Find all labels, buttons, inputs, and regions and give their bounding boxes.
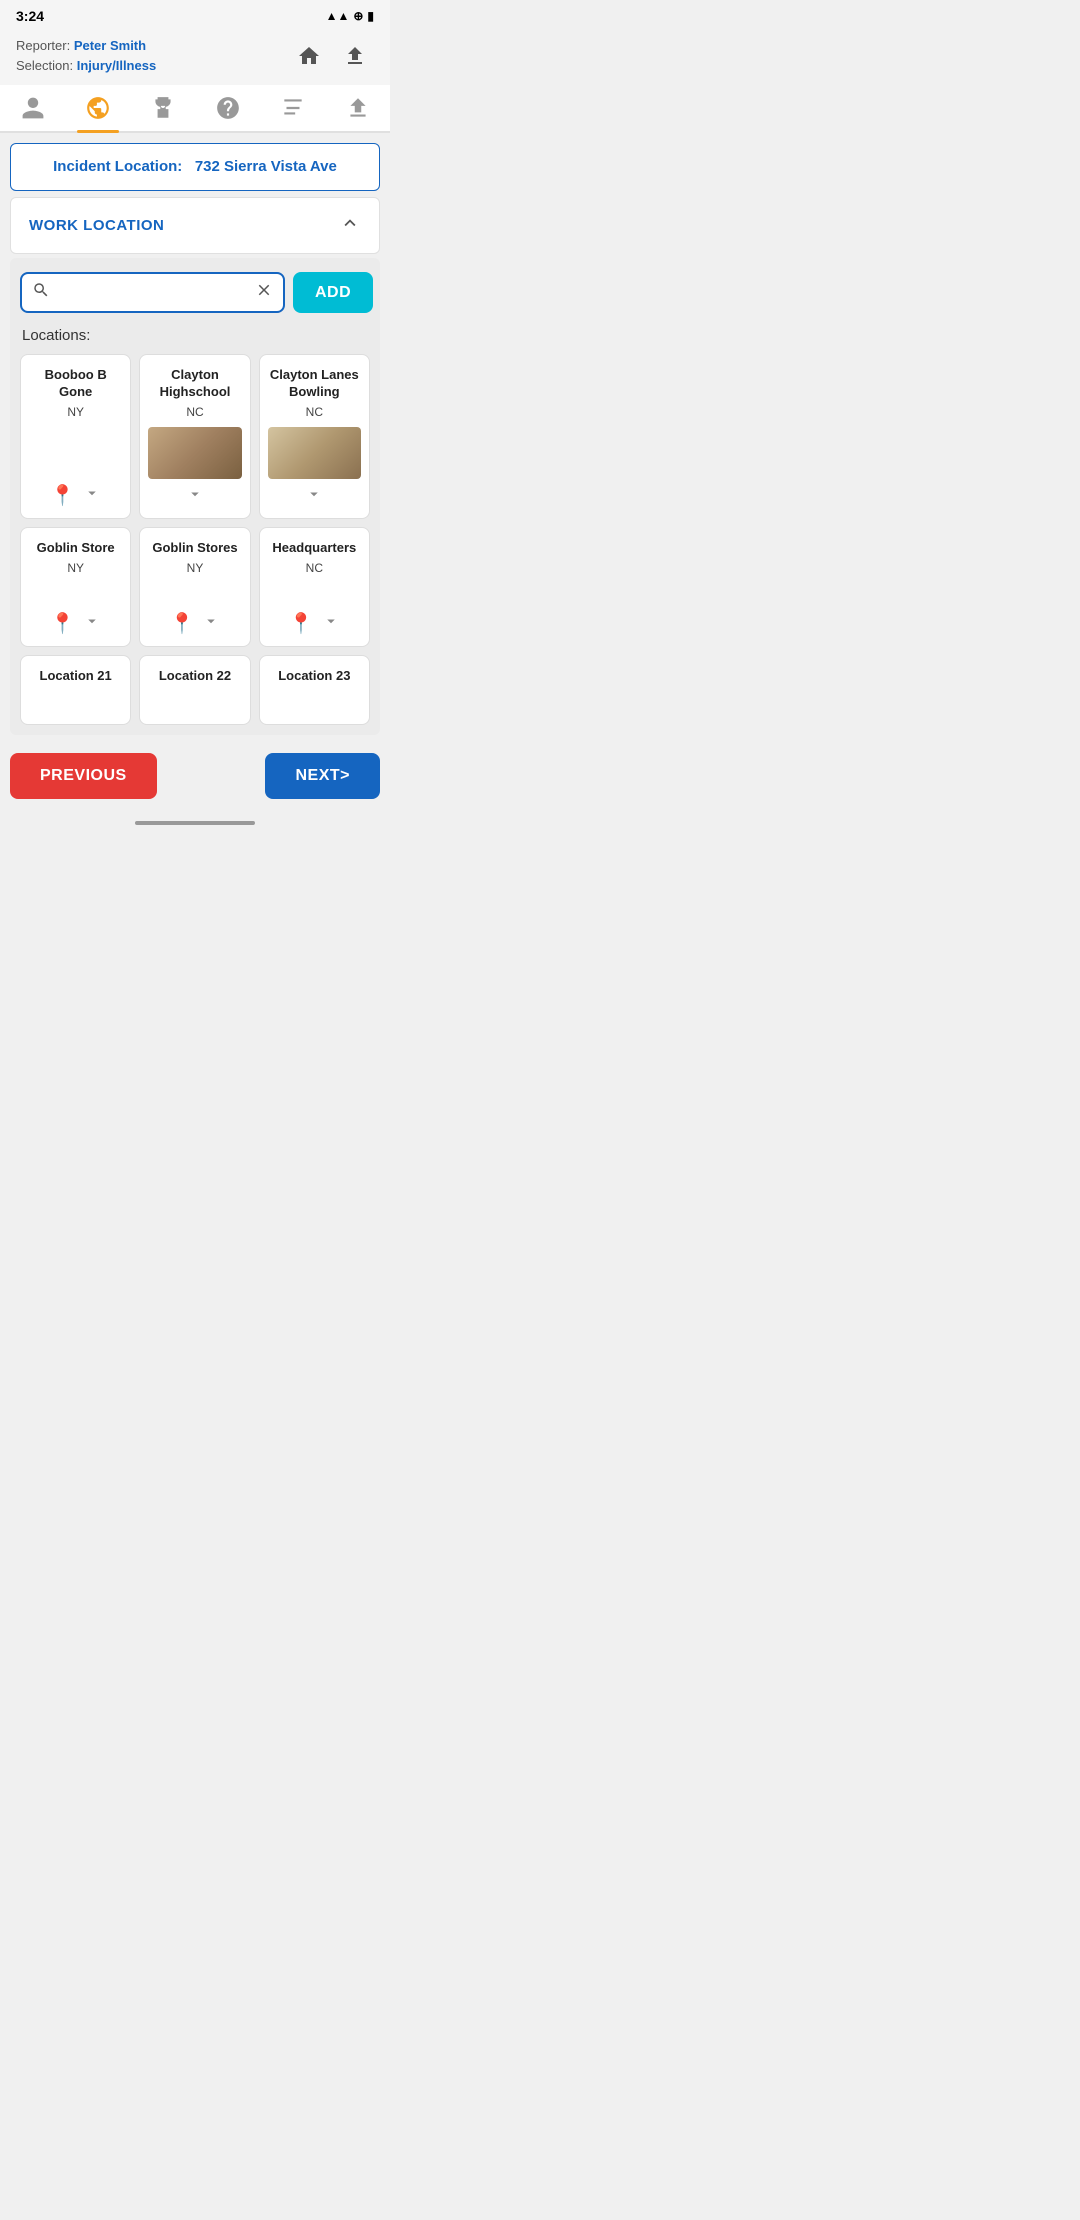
location-state: NC — [306, 561, 323, 575]
expand-icon — [83, 484, 101, 507]
status-bar: 3:24 ▲▲ ⊕ ▮ — [0, 0, 390, 28]
pin-icon: 📍 — [50, 611, 75, 636]
expand-icon — [305, 485, 323, 508]
home-bar — [135, 821, 255, 825]
search-row: ADD — [20, 272, 370, 313]
expand-icon — [322, 612, 340, 635]
expand-icon — [202, 612, 220, 635]
add-button[interactable]: ADD — [293, 272, 373, 313]
selection-value: Injury/Illness — [77, 58, 156, 73]
pin-icon: 📍 — [50, 483, 75, 508]
home-indicator — [0, 813, 390, 829]
reporter-name: Peter Smith — [74, 38, 146, 53]
location-name: Clayton Highschool — [148, 367, 241, 401]
card-bottom: 📍 — [289, 611, 340, 636]
search-icon — [32, 281, 50, 304]
location-name: Location 22 — [159, 668, 231, 685]
tab-worker[interactable] — [142, 89, 184, 127]
location-card-headquarters[interactable]: Headquarters NC 📍 — [259, 527, 370, 647]
export-button[interactable] — [336, 37, 374, 75]
location-card-location21[interactable]: Location 21 — [20, 655, 131, 725]
selection-row: Selection: Injury/Illness — [16, 56, 156, 76]
tab-globe[interactable] — [77, 89, 119, 127]
location-state: NY — [187, 561, 204, 575]
wifi-icon: ⊕ — [353, 9, 363, 23]
card-thumbnail — [148, 427, 241, 479]
location-card-clayton-lanes[interactable]: Clayton Lanes Bowling NC — [259, 354, 370, 519]
nav-buttons: PREVIOUS NEXT> — [0, 739, 390, 813]
tab-question[interactable] — [207, 89, 249, 127]
time-display: 3:24 — [16, 8, 44, 24]
pin-icon: 📍 — [170, 611, 195, 636]
card-thumbnail — [268, 427, 361, 479]
location-partial-row: Location 21 Location 22 Location 23 — [20, 655, 370, 725]
location-card-goblin-stores[interactable]: Goblin Stores NY 📍 — [139, 527, 250, 647]
location-name: Goblin Stores — [152, 540, 237, 557]
work-location-title: WORK LOCATION — [29, 217, 164, 234]
card-bottom: 📍 — [50, 611, 101, 636]
location-state: NY — [67, 405, 84, 419]
work-location-header[interactable]: WORK LOCATION — [10, 197, 380, 254]
card-bottom — [186, 485, 204, 508]
selection-label: Selection: — [16, 58, 73, 73]
locations-label: Locations: — [20, 327, 370, 344]
reporter-row: Reporter: Peter Smith — [16, 36, 156, 56]
signal-icon: ▲▲ — [326, 9, 350, 23]
location-name: Location 23 — [278, 668, 350, 685]
incident-banner: Incident Location: 732 Sierra Vista Ave — [10, 143, 380, 191]
location-name: Booboo B Gone — [29, 367, 122, 401]
location-card-location23[interactable]: Location 23 — [259, 655, 370, 725]
header: Reporter: Peter Smith Selection: Injury/… — [0, 28, 390, 85]
search-input-wrap — [20, 272, 285, 313]
card-bottom: 📍 — [50, 483, 101, 508]
location-card-clayton-highschool[interactable]: Clayton Highschool NC — [139, 354, 250, 519]
location-grid: Booboo B Gone NY 📍 Clayton Highschool NC — [20, 354, 370, 647]
tab-person[interactable] — [12, 89, 54, 127]
tab-upload[interactable] — [337, 89, 379, 127]
nav-tabs — [0, 85, 390, 133]
location-state: NC — [186, 405, 203, 419]
content-area: ADD Locations: Booboo B Gone NY 📍 Clayto… — [10, 258, 380, 735]
location-state: NC — [306, 405, 323, 419]
location-name: Headquarters — [272, 540, 356, 557]
header-icons — [290, 37, 374, 75]
location-card-goblin-store[interactable]: Goblin Store NY 📍 — [20, 527, 131, 647]
location-state: NY — [67, 561, 84, 575]
pin-icon: 📍 — [289, 611, 314, 636]
location-name: Goblin Store — [37, 540, 115, 557]
location-card-location22[interactable]: Location 22 — [139, 655, 250, 725]
card-bottom: 📍 — [170, 611, 221, 636]
card-bottom — [305, 485, 323, 508]
incident-location-text: Incident Location: 732 Sierra Vista Ave — [53, 158, 337, 175]
expand-icon — [186, 485, 204, 508]
previous-button[interactable]: PREVIOUS — [10, 753, 157, 799]
next-button[interactable]: NEXT> — [265, 753, 380, 799]
status-icons: ▲▲ ⊕ ▮ — [326, 9, 374, 23]
chevron-up-icon — [339, 212, 361, 239]
expand-icon — [83, 612, 101, 635]
clear-icon[interactable] — [255, 281, 273, 304]
location-card-booboo[interactable]: Booboo B Gone NY 📍 — [20, 354, 131, 519]
search-input[interactable] — [56, 274, 255, 311]
home-button[interactable] — [290, 37, 328, 75]
tab-megaphone[interactable] — [272, 89, 314, 127]
battery-icon: ▮ — [367, 9, 374, 23]
reporter-label: Reporter: — [16, 38, 70, 53]
location-name: Location 21 — [40, 668, 112, 685]
header-info: Reporter: Peter Smith Selection: Injury/… — [16, 36, 156, 75]
location-name: Clayton Lanes Bowling — [268, 367, 361, 401]
